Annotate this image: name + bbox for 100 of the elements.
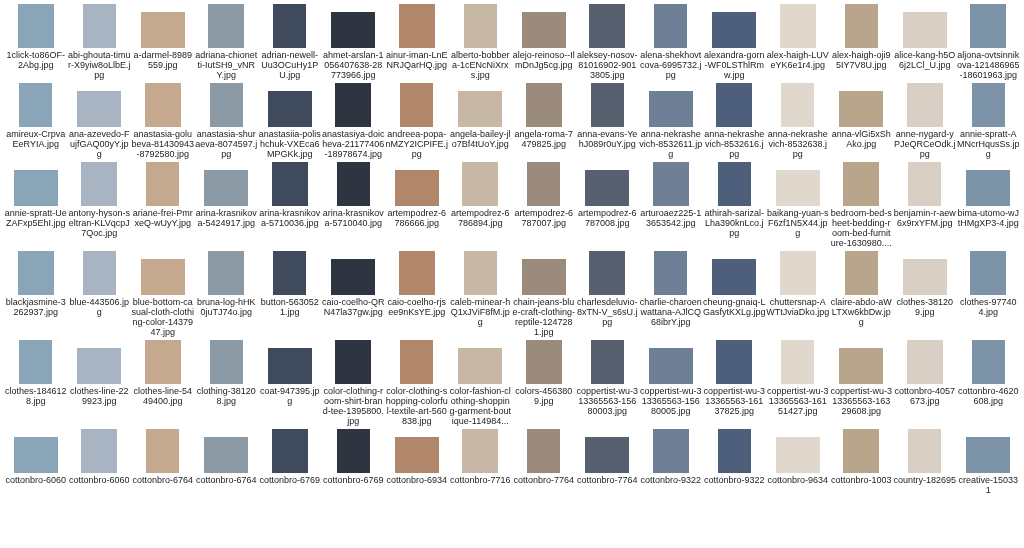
file-name[interactable]: arina-krasnikova-5710036.jpg	[258, 208, 322, 228]
file-name[interactable]: chuttersnap-AWTtJviaDko.jpg	[766, 297, 830, 317]
file-name[interactable]: annie-spratt-AMNcrHqusSs.jpg	[956, 129, 1020, 159]
file-name[interactable]: charlie-charoenwattana-AJlCQ68ibrY.jpg	[639, 297, 703, 327]
file-name[interactable]: arina-krasnikova-5710040.jpg	[321, 208, 385, 228]
file-name[interactable]: cottonbro-7764	[575, 475, 639, 485]
file-name[interactable]: ainur-iman-LnENRJQarHQ.jpg	[385, 50, 449, 70]
file-name[interactable]: caio-coelho-rjsee9nKsYE.jpg	[385, 297, 449, 317]
file-name[interactable]: clothes-line-5449400.jpg	[131, 386, 195, 406]
photo-placeholder	[908, 162, 942, 206]
file-name[interactable]: cottonbro-6769	[258, 475, 322, 485]
file-name[interactable]: artempodrez-6786666.jpg	[385, 208, 449, 228]
file-name[interactable]: andreea-popa-nMZY2ICPIFE.jpg	[385, 129, 449, 159]
file-name[interactable]: bima-utomo-wJtHMgXP3-4.jpg	[956, 208, 1020, 228]
photo-placeholder	[271, 162, 308, 206]
file-name[interactable]: blue-bottom-casual-cloth-clothing-color-1437947.jpg	[131, 297, 195, 337]
file-name[interactable]: arturoaez225-13653542.jpg	[639, 208, 703, 228]
file-name[interactable]: cottonbro-7716	[448, 475, 512, 485]
file-name[interactable]: button-5630521.jpg	[258, 297, 322, 317]
file-name[interactable]: coat-947395.jpg	[258, 386, 322, 406]
file-name[interactable]: athirah-sarizal-Lha390knLco.jpg	[702, 208, 766, 238]
file-name[interactable]: cottonbro-4057673.jpg	[893, 386, 957, 406]
file-name[interactable]: anna-nekrashevich-8532638.jpg	[766, 129, 830, 159]
file-name[interactable]: cottonbro-6764	[131, 475, 195, 485]
file-name[interactable]: colors-4563809.jpg	[512, 386, 576, 406]
file-name[interactable]: country-182695	[893, 475, 957, 485]
file-name[interactable]: adrian-newell-Uu3OCuHy1PU.jpg	[258, 50, 322, 80]
file-name[interactable]: clothes-line-229923.jpg	[67, 386, 131, 406]
file-name[interactable]: antony-hyson-seltran-KLVqcpJ7Qoc.jpg	[67, 208, 131, 238]
file-name[interactable]: blue-443506.jpg	[67, 297, 131, 317]
file-name[interactable]: cottonbro-9634	[766, 475, 830, 485]
file-name[interactable]: coppertist-wu-313365563-15680005.jpg	[639, 386, 703, 416]
file-name[interactable]: claire-abdo-aWLTXw6kbDw.jpg	[829, 297, 893, 327]
file-name[interactable]: coppertist-wu-313365563-16329608.jpg	[829, 386, 893, 416]
file-name[interactable]: cottonbro-4620608.jpg	[956, 386, 1020, 406]
file-name[interactable]: bruna-log-hHK0juTJ74o.jpg	[194, 297, 258, 317]
photo-placeholder	[331, 259, 376, 295]
file-name[interactable]: ana-azevedo-FujfGAQ00yY.jpg	[67, 129, 131, 159]
file-name[interactable]: coppertist-wu-313365563-16151427.jpg	[766, 386, 830, 416]
file-name[interactable]: a-darmel-8989559.jpg	[131, 50, 195, 70]
file-name[interactable]: color-clothing-room-shirt-brand-tee-1395800.jpg	[321, 386, 385, 426]
file-name[interactable]: annie-spratt-UeZAFxp5EhI.jpg	[4, 208, 68, 228]
file-name[interactable]: alex-haigh-LUVeYK6e1r4.jpg	[766, 50, 830, 70]
file-name[interactable]: cottonbro-6934	[385, 475, 449, 485]
file-name[interactable]: chain-jeans-blue-craft-clothing-reptile-1247281.jpg	[512, 297, 576, 337]
file-name[interactable]: abi-ghouta-timur-X9yiw8oLlbE.jpg	[67, 50, 131, 80]
file-name[interactable]: blackjasmine-3262937.jpg	[4, 297, 68, 317]
file-name[interactable]: alexandra-gorn-WF0LSThlRmw.jpg	[702, 50, 766, 80]
file-name[interactable]: clothing-381208.jpg	[194, 386, 258, 406]
file-name[interactable]: caleb-minear-hQ1xJViF8fM.jpg	[448, 297, 512, 327]
file-name[interactable]: benjamin-r-aew6x9rxYFM.jpg	[893, 208, 957, 228]
file-name[interactable]: adriana-chionetti-IutSH9_vNRY.jpg	[194, 50, 258, 80]
file-name[interactable]: angela-bailey-jlo7Bf4tUoY.jpg	[448, 129, 512, 149]
file-name[interactable]: coppertist-wu-313365563-16137825.jpg	[702, 386, 766, 416]
file-name[interactable]: alejo-reinoso--IlmDnJg5cg.jpg	[512, 50, 576, 70]
file-name[interactable]: baikang-yuan-sF6zf1N5X44.jpg	[766, 208, 830, 238]
file-name[interactable]: cottonbro-6764	[194, 475, 258, 485]
file-name[interactable]: anastasia-golubeva-81430943-8792580.jpg	[131, 129, 195, 159]
file-name[interactable]: ahmet-arslan-1056407638-28773966.jpg	[321, 50, 385, 80]
file-name[interactable]: cottonbro-9322	[639, 475, 703, 485]
file-name[interactable]: alberto-bobbera-1cENcNiXrxs.jpg	[448, 50, 512, 80]
file-name[interactable]: anne-nygard-yPJeQRCeOdk.jpg	[893, 129, 957, 159]
file-name[interactable]: anna-evans-YehJ089r0uY.jpg	[575, 129, 639, 149]
file-name[interactable]: aleksey-nosov-81016902-9013805.jpg	[575, 50, 639, 80]
file-name[interactable]: artempodrez-6786894.jpg	[448, 208, 512, 228]
file-name[interactable]: cottonbro-1003	[829, 475, 893, 485]
file-name[interactable]: anna-nekrashevich-8532616.jpg	[702, 129, 766, 159]
file-name[interactable]: color-clothing-shopping-colorful-textile-art-560838.jpg	[385, 386, 449, 426]
file-name[interactable]: aljona-ovtsinnikova-121486965-18601963.jpg	[956, 50, 1020, 80]
file-name[interactable]: cottonbro-9322	[702, 475, 766, 485]
file-name[interactable]: ariane-frei-PmrxeQ-wUyY.jpg	[131, 208, 195, 228]
file-name[interactable]: bedroom-bed-sheet-bedding-room-bed-furniture-1630980....	[829, 208, 893, 248]
file-name[interactable]: amireux-CrpvaEeRYIA.jpg	[4, 129, 68, 149]
file-name[interactable]: coppertist-wu-313365563-15680003.jpg	[575, 386, 639, 416]
file-name[interactable]: alena-shekhovtcova-6995732.jpg	[639, 50, 703, 80]
file-name[interactable]: anastasia-shuraeva-8074597.jpg	[194, 129, 258, 159]
file-name[interactable]: color-fashion-clothing-shopping-garment-boutique-114984...	[448, 386, 512, 426]
photo-placeholder	[82, 251, 116, 295]
file-name[interactable]: cottonbro-6769	[321, 475, 385, 485]
file-name[interactable]: anastasiya-doicheva-21177406-18978674.jpg	[321, 129, 385, 159]
file-name[interactable]: cottonbro-7764	[512, 475, 576, 485]
file-name[interactable]: angela-roma-7479825.jpg	[512, 129, 576, 149]
file-name[interactable]: alice-kang-h5O6j2LCl_U.jpg	[893, 50, 957, 70]
file-name[interactable]: charlesdeluvio-8xTN-V_s6sU.jpg	[575, 297, 639, 327]
file-name[interactable]: 1click-to86OF-2Abg.jpg	[4, 50, 68, 70]
file-name[interactable]: cottonbro-6060	[4, 475, 68, 485]
file-name[interactable]: clothes-381209.jpg	[893, 297, 957, 317]
file-name[interactable]: creative-150331	[956, 475, 1020, 495]
file-name[interactable]: alex-haigh-oji95IY7V8U.jpg	[829, 50, 893, 70]
file-name[interactable]: anna-vlGi5xShAko.jpg	[829, 129, 893, 149]
file-name[interactable]: anastasiia-polishchuk-VXEca6MPGKk.jpg	[258, 129, 322, 159]
file-name[interactable]: clothes-1846128.jpg	[4, 386, 68, 406]
file-name[interactable]: cheung-gnaiq-LGasfytKXLg.jpg	[702, 297, 766, 317]
file-name[interactable]: artempodrez-6787008.jpg	[575, 208, 639, 228]
file-name[interactable]: artempodrez-6787007.jpg	[512, 208, 576, 228]
file-name[interactable]: arina-krasnikova-5424917.jpg	[194, 208, 258, 228]
file-name[interactable]: clothes-977404.jpg	[956, 297, 1020, 317]
file-name[interactable]: cottonbro-6060	[67, 475, 131, 485]
file-name[interactable]: caio-coelho-QRN47la37gw.jpg	[321, 297, 385, 317]
file-name[interactable]: anna-nekrashevich-8532611.jpg	[639, 129, 703, 159]
